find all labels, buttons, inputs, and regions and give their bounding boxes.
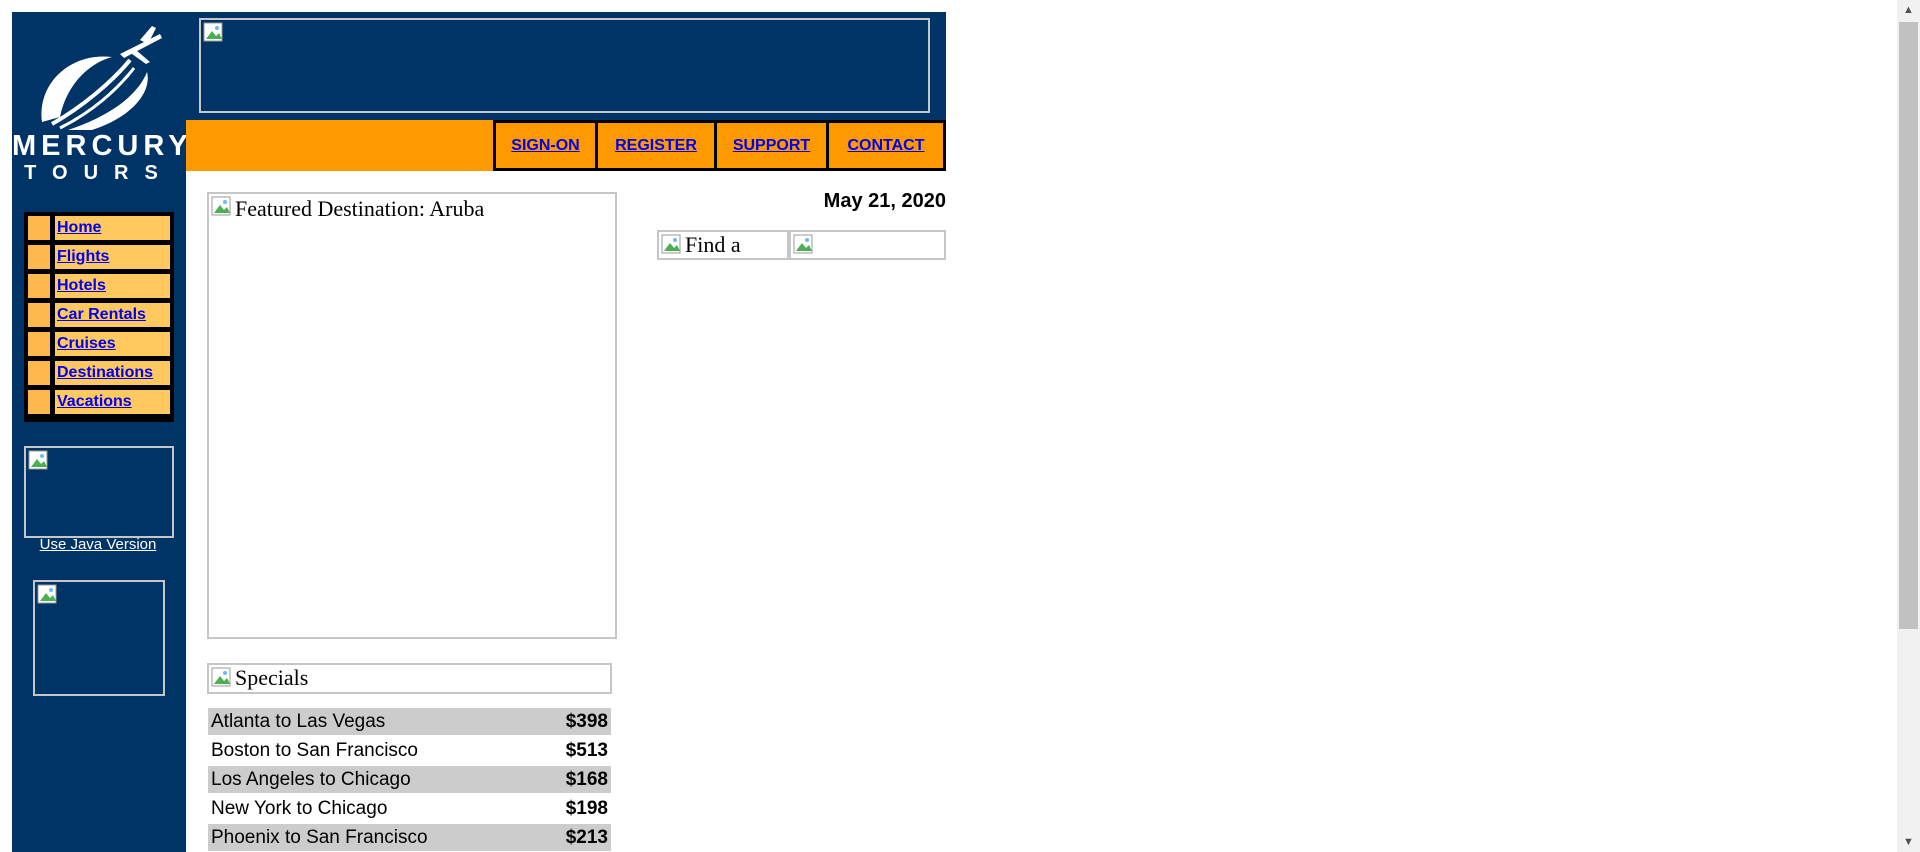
sidebar-link-destinations[interactable]: Destinations <box>55 364 153 381</box>
special-price: $198 <box>565 798 608 819</box>
broken-image-icon <box>203 22 223 42</box>
scroll-up-arrow-icon[interactable]: ▲ <box>1897 0 1920 20</box>
specials-row: Los Angeles to Chicago $168 <box>208 766 611 793</box>
menu-bullet <box>28 216 50 240</box>
special-route: Phoenix to San Francisco <box>211 827 428 848</box>
specials-row: Atlanta to Las Vegas $398 <box>208 708 611 735</box>
menu-bullet <box>28 390 50 414</box>
special-route: Atlanta to Las Vegas <box>211 711 386 732</box>
broken-image-icon <box>793 234 813 254</box>
sidebar-link-car-rentals[interactable]: Car Rentals <box>55 306 146 323</box>
find-a-image[interactable]: Find a <box>657 230 789 260</box>
menu-bullet <box>28 274 50 298</box>
sidebar-item-vacations[interactable]: Vacations <box>28 390 170 414</box>
menu-bullet <box>28 303 50 327</box>
sign-on-link[interactable]: SIGN-ON <box>496 123 595 168</box>
sign-on-button[interactable]: SIGN-ON <box>493 120 598 171</box>
sidebar-link-vacations[interactable]: Vacations <box>55 393 132 410</box>
logo-text-mercury: MERCURY <box>12 130 193 162</box>
sidebar-link-home[interactable]: Home <box>55 219 101 236</box>
featured-destination-alt: Featured Destination: Aruba <box>235 196 485 221</box>
special-price: $168 <box>565 769 608 790</box>
support-link[interactable]: SUPPORT <box>717 123 826 168</box>
sidebar-item-destinations[interactable]: Destinations <box>28 361 170 385</box>
contact-link[interactable]: CONTACT <box>829 123 943 168</box>
java-version-image[interactable] <box>24 446 174 538</box>
mercury-tours-logo[interactable]: MERCURY TOURS <box>12 12 193 184</box>
specials-alt: Specials <box>235 665 309 690</box>
current-date: May 21, 2020 <box>823 190 946 212</box>
java-version-link[interactable]: Use Java Version <box>24 536 172 553</box>
sidebar-item-home[interactable]: Home <box>28 216 170 240</box>
find-a-side-image[interactable] <box>789 230 946 260</box>
contact-button[interactable]: CONTACT <box>826 120 946 171</box>
broken-image-icon <box>211 196 231 216</box>
sidebar-item-car-rentals[interactable]: Car Rentals <box>28 303 170 327</box>
scroll-down-arrow-icon[interactable]: ▼ <box>1897 832 1920 852</box>
sidebar-menu: Home Flights Hotels Car Rentals Cruises … <box>24 212 174 422</box>
special-price: $213 <box>565 827 608 848</box>
special-route: Los Angeles to Chicago <box>211 769 411 790</box>
sidebar-link-cruises[interactable]: Cruises <box>55 335 116 352</box>
sidebar-item-cruises[interactable]: Cruises <box>28 332 170 356</box>
specials-row: Phoenix to San Francisco $213 <box>208 824 611 851</box>
special-price: $513 <box>565 740 608 761</box>
specials-header-image: Specials <box>207 663 612 694</box>
support-button[interactable]: SUPPORT <box>714 120 829 171</box>
sidebar-link-hotels[interactable]: Hotels <box>55 277 106 294</box>
register-button[interactable]: REGISTER <box>595 120 717 171</box>
sidebar-ad-image <box>33 580 165 696</box>
find-a-alt: Find a <box>685 232 741 257</box>
sidebar-link-flights[interactable]: Flights <box>55 248 109 265</box>
header-banner-image <box>199 18 930 113</box>
specials-row: New York to Chicago $198 <box>208 795 611 822</box>
register-link[interactable]: REGISTER <box>598 123 714 168</box>
sidebar-item-hotels[interactable]: Hotels <box>28 274 170 298</box>
broken-image-icon <box>37 584 57 604</box>
menu-bullet <box>28 361 50 385</box>
broken-image-icon <box>211 667 231 687</box>
broken-image-icon <box>28 450 48 470</box>
featured-destination-image: Featured Destination: Aruba <box>207 192 617 639</box>
sidebar-item-flights[interactable]: Flights <box>28 245 170 269</box>
special-route: Boston to San Francisco <box>211 740 418 761</box>
broken-image-icon <box>661 234 681 254</box>
menu-bullet <box>28 332 50 356</box>
scrollbar-thumb[interactable] <box>1899 22 1918 629</box>
logo-text-tours: TOURS <box>24 162 174 184</box>
special-price: $398 <box>565 711 608 732</box>
menu-bullet <box>28 245 50 269</box>
special-route: New York to Chicago <box>211 798 388 819</box>
specials-row: Boston to San Francisco $513 <box>208 737 611 764</box>
